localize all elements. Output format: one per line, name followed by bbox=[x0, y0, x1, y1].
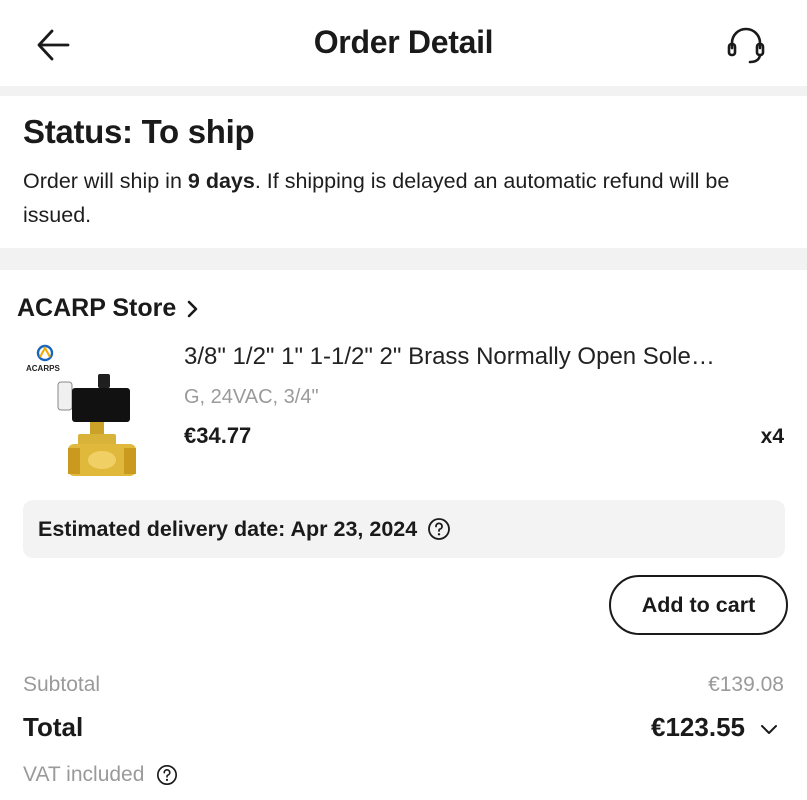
store-name: ACARP Store bbox=[17, 294, 177, 322]
vat-info: VAT included bbox=[23, 763, 178, 787]
estimated-delivery-banner: Estimated delivery date: Apr 23, 2024 bbox=[23, 500, 785, 558]
delivery-date-label: Estimated delivery date: Apr 23, 2024 bbox=[38, 516, 418, 541]
vat-help-button[interactable] bbox=[156, 764, 178, 786]
subtotal-value: €139.08 bbox=[708, 673, 784, 696]
chevron-right-icon bbox=[187, 300, 198, 317]
headset-icon bbox=[727, 27, 765, 64]
solenoid-valve-image: ACARPS bbox=[26, 344, 136, 476]
product-variant: G, 24VAC, 3/4" bbox=[184, 386, 319, 408]
product-thumbnail[interactable]: ACARPS bbox=[26, 344, 148, 482]
question-circle-icon bbox=[428, 518, 451, 540]
total-label: Total bbox=[23, 712, 84, 742]
section-divider bbox=[0, 86, 807, 96]
chevron-down-icon bbox=[761, 725, 777, 734]
page-title: Order Detail bbox=[313, 24, 494, 60]
product-quantity: x4 bbox=[760, 425, 784, 448]
order-status-title: Status: To ship bbox=[23, 113, 255, 150]
question-circle-icon bbox=[157, 765, 178, 785]
add-to-cart-button[interactable]: Add to cart bbox=[609, 575, 788, 635]
product-title[interactable]: 3/8" 1/2" 1" 1-1/2" 2" Brass Normally Op… bbox=[184, 343, 784, 371]
product-price: €34.77 bbox=[184, 423, 252, 448]
section-divider bbox=[0, 248, 807, 270]
ship-days: 9 days bbox=[187, 169, 255, 193]
delivery-help-button[interactable] bbox=[427, 517, 451, 541]
total-expand-button[interactable] bbox=[757, 718, 781, 742]
notice-text-prefix: Order will ship in bbox=[23, 169, 188, 193]
customer-support-button[interactable] bbox=[720, 20, 772, 70]
shipping-notice: Order will ship in 9 days. If shipping i… bbox=[23, 164, 793, 232]
subtotal-label: Subtotal bbox=[23, 673, 101, 696]
total-value: €123.55 bbox=[651, 712, 745, 742]
vat-label: VAT included bbox=[23, 763, 145, 786]
store-link[interactable]: ACARP Store bbox=[17, 294, 200, 323]
thumbnail-brand: ACARPS bbox=[26, 364, 60, 373]
